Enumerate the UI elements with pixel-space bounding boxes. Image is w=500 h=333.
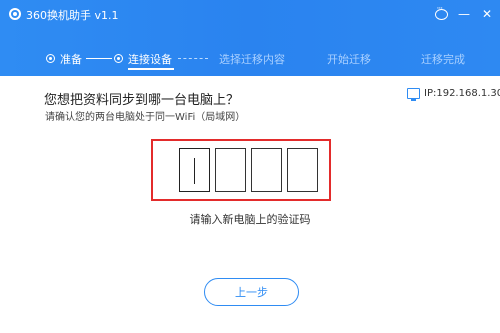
code-digit-4[interactable] — [287, 148, 318, 192]
page-question: 您想把资料同步到哪一台电脑上？ — [44, 93, 240, 108]
step-start-migration: 开始迁移 — [327, 53, 371, 66]
minimize-icon[interactable]: — — [456, 6, 472, 22]
step-migration-complete: 迁移完成 — [421, 53, 465, 66]
header-bar: 360换机助手 v1.1 — ✕ 准备 连接设备 选择迁移内容 开始迁移 迁移完… — [0, 0, 500, 76]
step-connector — [86, 58, 112, 59]
step-dot-icon — [114, 54, 123, 63]
code-digit-1[interactable] — [179, 148, 210, 192]
monitor-icon — [407, 88, 420, 101]
step-progress: 准备 连接设备 选择迁移内容 开始迁移 迁移完成 — [0, 46, 500, 70]
step-select-content: 选择迁移内容 — [219, 53, 285, 66]
app-title: 360换机助手 v1.1 — [26, 9, 119, 22]
title-bar: 360换机助手 v1.1 — ✕ — [0, 0, 500, 28]
step-dot-icon — [46, 54, 55, 63]
step-connector — [178, 58, 208, 59]
step-prepare: 准备 — [60, 53, 82, 66]
code-digit-2[interactable] — [215, 148, 246, 192]
active-step-underline — [128, 68, 174, 70]
step-connect-device: 连接设备 — [128, 53, 172, 66]
ip-address: IP:192.168.1.30 — [424, 88, 500, 99]
previous-step-button[interactable]: 上一步 — [204, 278, 299, 306]
wifi-notice: 请确认您的两台电脑处于同一WiFi（局域网） — [45, 112, 246, 123]
text-caret — [194, 158, 195, 184]
chat-bubble-icon[interactable] — [433, 5, 449, 22]
app-logo-icon — [9, 8, 21, 20]
close-icon[interactable]: ✕ — [479, 6, 495, 22]
code-hint: 请输入新电脑上的验证码 — [189, 213, 311, 226]
code-digit-3[interactable] — [251, 148, 282, 192]
